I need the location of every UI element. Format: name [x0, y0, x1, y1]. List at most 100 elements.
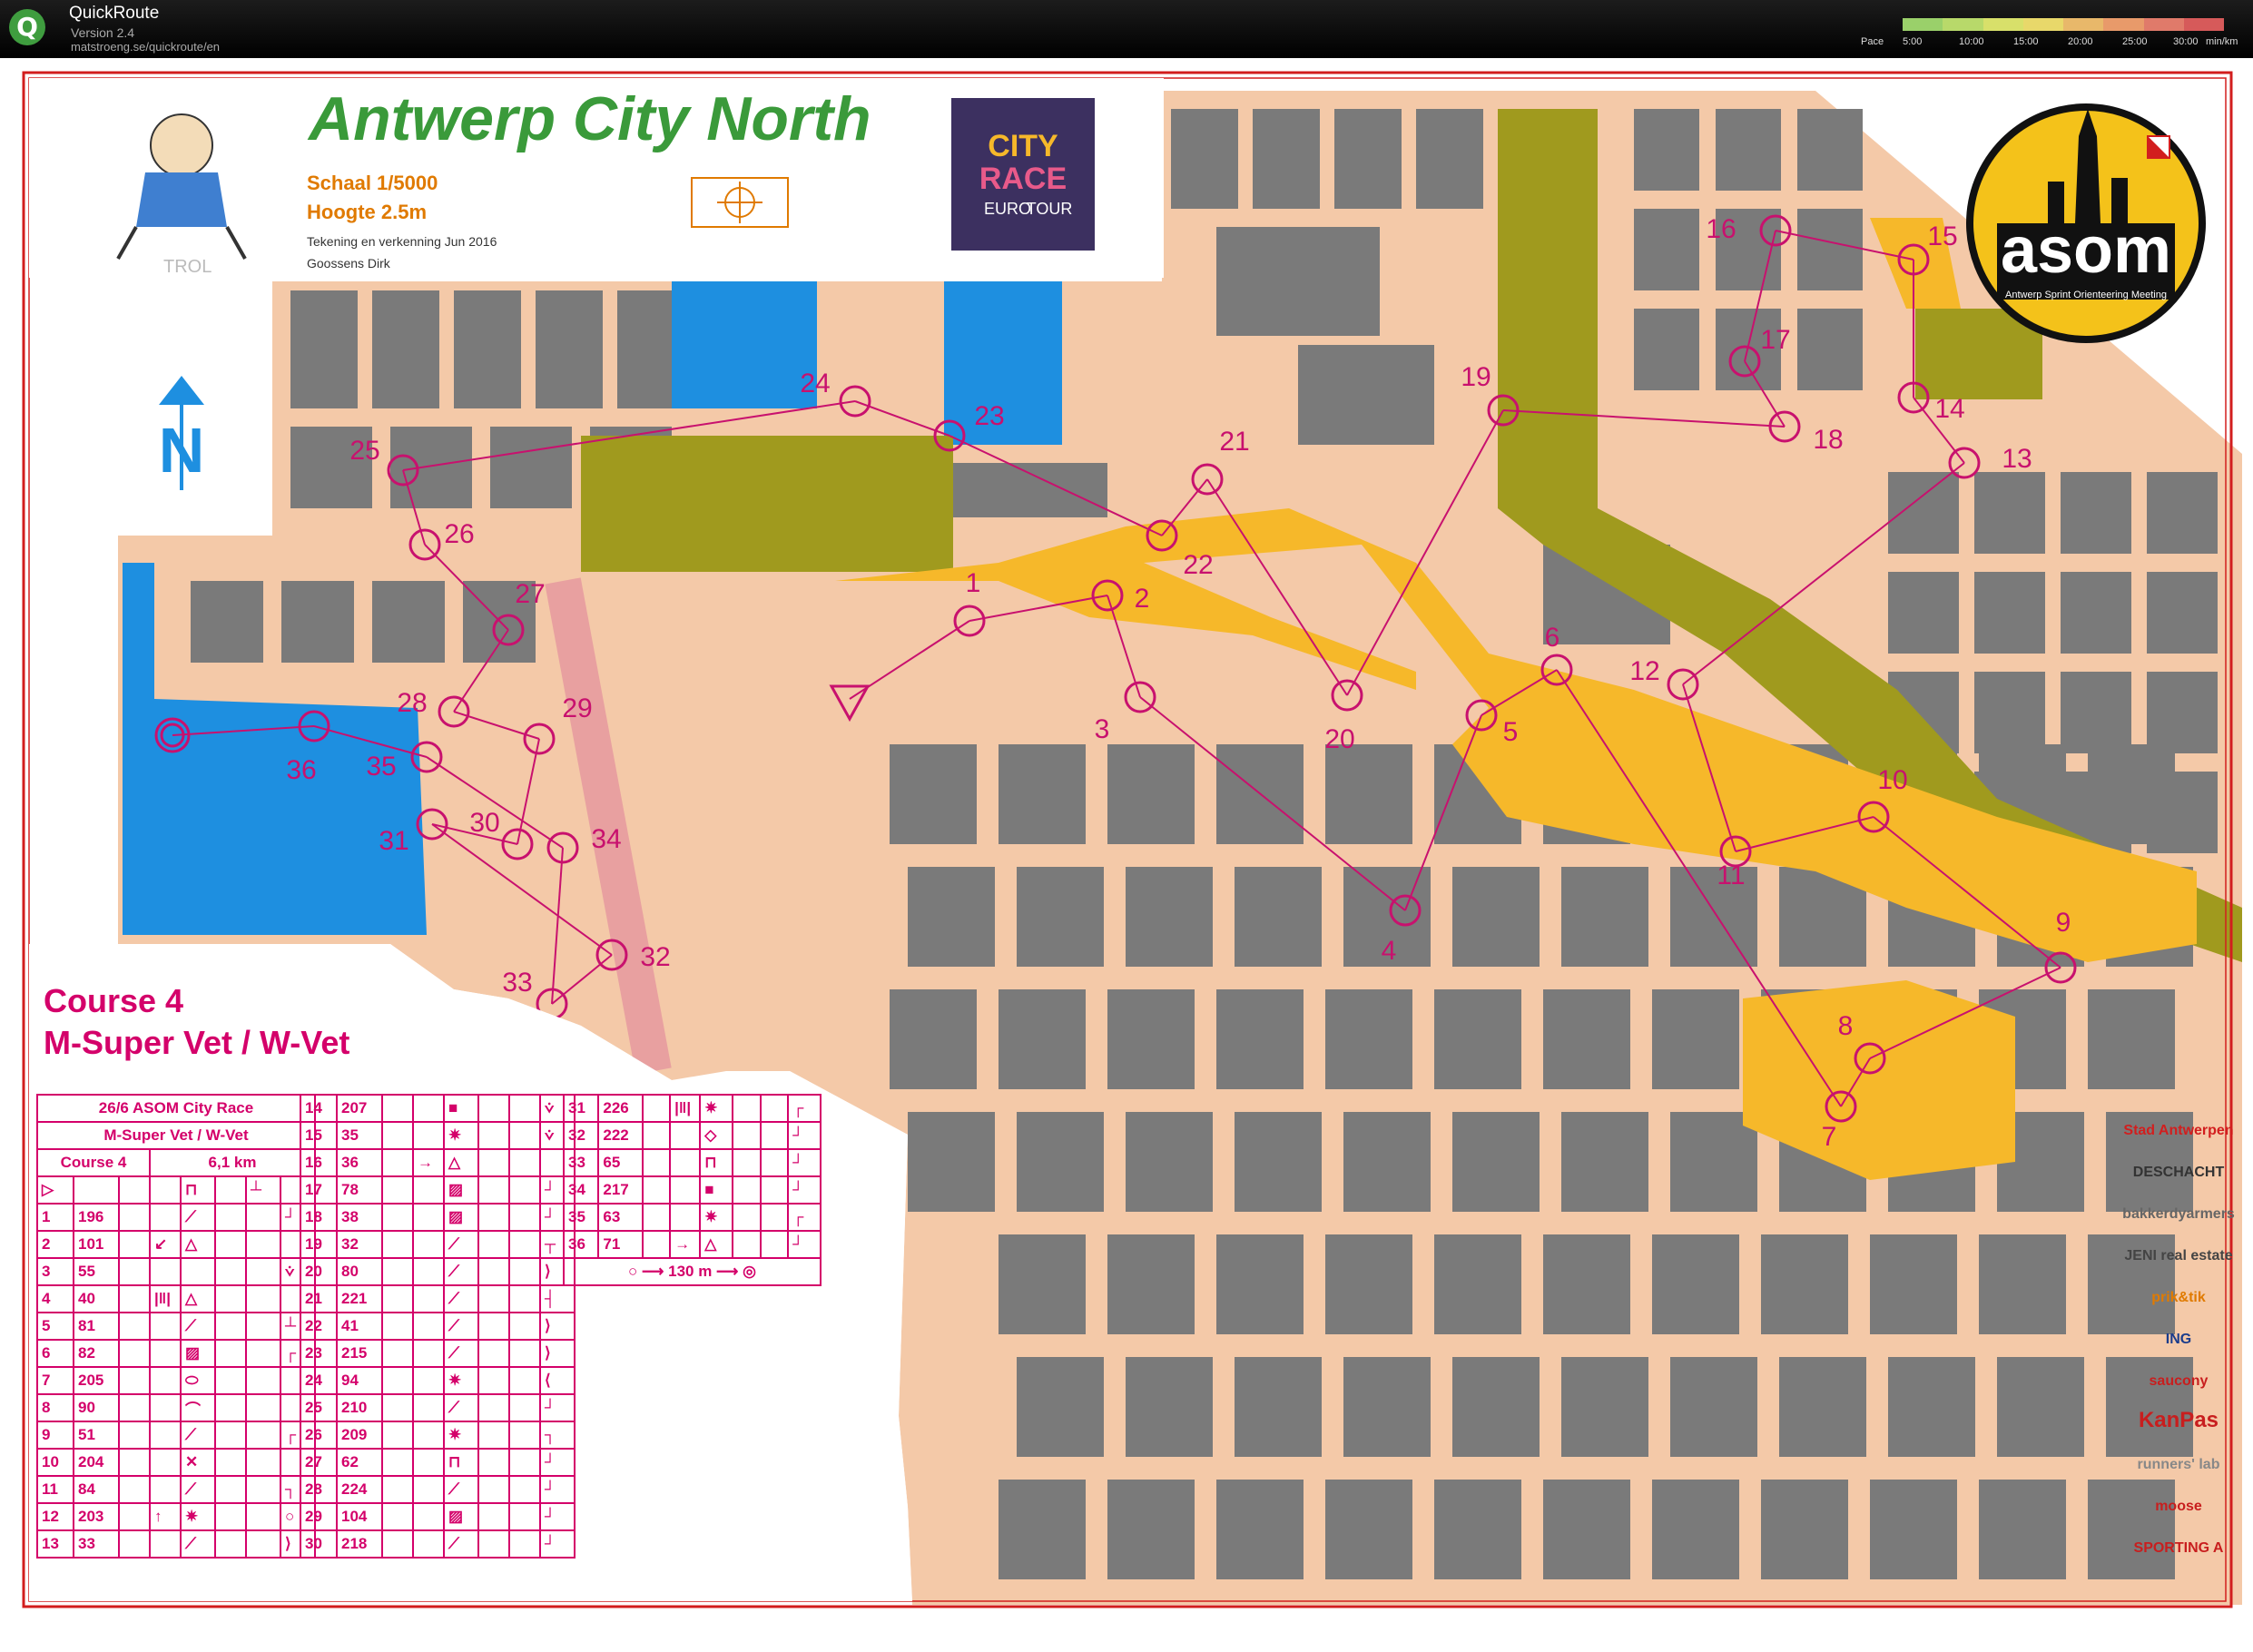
building	[1561, 1357, 1648, 1457]
building	[372, 290, 439, 408]
building	[372, 581, 445, 663]
building	[290, 290, 358, 408]
building	[1298, 345, 1434, 445]
desc-cell	[759, 1175, 790, 1205]
building	[999, 744, 1086, 844]
control-number: 29	[562, 693, 592, 723]
app-version: Version 2.4	[71, 25, 135, 40]
desc-feature: ✷	[699, 1203, 734, 1232]
desc-feature: ✷	[699, 1094, 734, 1123]
desc-cell	[245, 1502, 281, 1531]
description-row: 15 35 ✷ ⩒	[300, 1121, 576, 1150]
desc-cell	[214, 1448, 247, 1477]
desc-cell	[381, 1448, 414, 1477]
desc-feature: ▨	[443, 1502, 479, 1531]
building	[1171, 109, 1238, 209]
title-bar: Q QuickRoute Version 2.4 matstroeng.se/q…	[0, 0, 2253, 58]
desc-cell	[508, 1475, 541, 1504]
building	[1452, 867, 1540, 967]
building	[1434, 1480, 1521, 1579]
description-table-mid: 14 207 ■ ⩒ 15 35 ✷ ⩒ 16 36 → △ 17 78 ▨ ┘ 18 38 ▨ ┘ 19 32 ⟋ ┬ 20 8…	[300, 1094, 576, 1559]
desc-cell	[381, 1421, 414, 1450]
building	[1974, 472, 2045, 554]
building	[908, 867, 995, 967]
control-number: 3	[1095, 714, 1110, 744]
building	[1670, 1112, 1757, 1212]
building	[1888, 572, 1959, 654]
desc-control-number: 3	[36, 1257, 74, 1286]
desc-cell	[214, 1312, 247, 1341]
desc-cell	[118, 1393, 151, 1422]
description-row: 5 81 ⟋ ┴	[36, 1312, 316, 1341]
desc-cell	[381, 1529, 414, 1559]
desc-cell	[477, 1393, 510, 1422]
desc-control-code: 210	[336, 1393, 383, 1422]
desc-feature: ✷	[443, 1121, 479, 1150]
course-class: M-Super Vet / W-Vet	[44, 1024, 350, 1061]
app-url[interactable]: matstroeng.se/quickroute/en	[71, 40, 220, 54]
desc-cell	[508, 1121, 541, 1150]
control-number: 9	[2056, 908, 2071, 938]
desc-class: M-Super Vet / W-Vet	[36, 1121, 316, 1150]
description-row: 2 101 ↙ △	[36, 1230, 316, 1259]
building	[1434, 989, 1521, 1089]
description-row: 18 38 ▨ ┘	[300, 1203, 576, 1232]
description-row: 16 36 → △	[300, 1148, 576, 1177]
description-row: 22 41 ⟋ ⟩	[300, 1312, 576, 1341]
control-number: 13	[2002, 444, 2032, 474]
desc-cell	[477, 1475, 510, 1504]
desc-cell	[118, 1366, 151, 1395]
desc-control-number: 8	[36, 1393, 74, 1422]
desc-cell	[245, 1257, 281, 1286]
desc-start-feature: ⊓	[180, 1175, 216, 1205]
pace-label: 5:00	[1903, 36, 1923, 47]
desc-cell	[245, 1203, 281, 1232]
desc-feature: △	[699, 1230, 734, 1259]
building	[1979, 1234, 2066, 1334]
quickroute-logo-icon: Q	[9, 9, 45, 45]
logo-euro: EURO	[984, 200, 1031, 218]
desc-control-code: 209	[336, 1421, 383, 1450]
desc-location: ┘	[787, 1148, 822, 1177]
desc-cell	[118, 1421, 151, 1450]
sponsor-logo: ING	[2166, 1332, 2191, 1347]
desc-cell	[245, 1421, 281, 1450]
building	[1634, 209, 1699, 290]
desc-control-code: 71	[597, 1230, 644, 1259]
desc-cell	[381, 1121, 414, 1150]
pace-gradient-bar	[1903, 18, 2224, 31]
desc-control-code: 215	[336, 1339, 383, 1368]
desc-control-code: 36	[336, 1148, 383, 1177]
description-row: 27 62 ⊓ ┘	[300, 1448, 576, 1477]
control-number: 26	[444, 519, 474, 549]
desc-start-symbol: ▷	[36, 1175, 74, 1205]
description-row: 23 215 ⟋ ⟩	[300, 1339, 576, 1368]
description-row: 26 209 ✷ ┐	[300, 1421, 576, 1450]
desc-control-code: 81	[73, 1312, 120, 1341]
pace-color-segment	[1982, 18, 2023, 31]
description-row: 6 82 ▨ ┌	[36, 1339, 316, 1368]
control-number: 5	[1503, 717, 1519, 747]
desc-feature: ⊓	[443, 1448, 479, 1477]
desc-control-number: 17	[300, 1175, 338, 1205]
desc-detail: →	[412, 1148, 445, 1177]
building	[490, 427, 572, 508]
desc-control-number: 24	[300, 1366, 338, 1395]
sponsor-logo: Stad Antwerpen	[2123, 1123, 2233, 1138]
desc-detail	[412, 1529, 445, 1559]
desc-cell	[477, 1203, 510, 1232]
building	[1017, 1112, 1104, 1212]
desc-detail	[412, 1121, 445, 1150]
desc-feature: ⟋	[443, 1284, 479, 1313]
building	[1797, 209, 1863, 290]
desc-cell	[381, 1094, 414, 1123]
control-number: 16	[1706, 214, 1736, 244]
desc-control-code: 196	[73, 1203, 120, 1232]
pace-color-segment	[2183, 18, 2224, 31]
desc-cell	[508, 1339, 541, 1368]
description-row: 13 33 ⟋ ⟩	[36, 1529, 316, 1559]
desc-cell	[508, 1230, 541, 1259]
desc-cell	[477, 1230, 510, 1259]
desc-cell	[245, 1312, 281, 1341]
desc-course: Course 4	[36, 1148, 151, 1177]
